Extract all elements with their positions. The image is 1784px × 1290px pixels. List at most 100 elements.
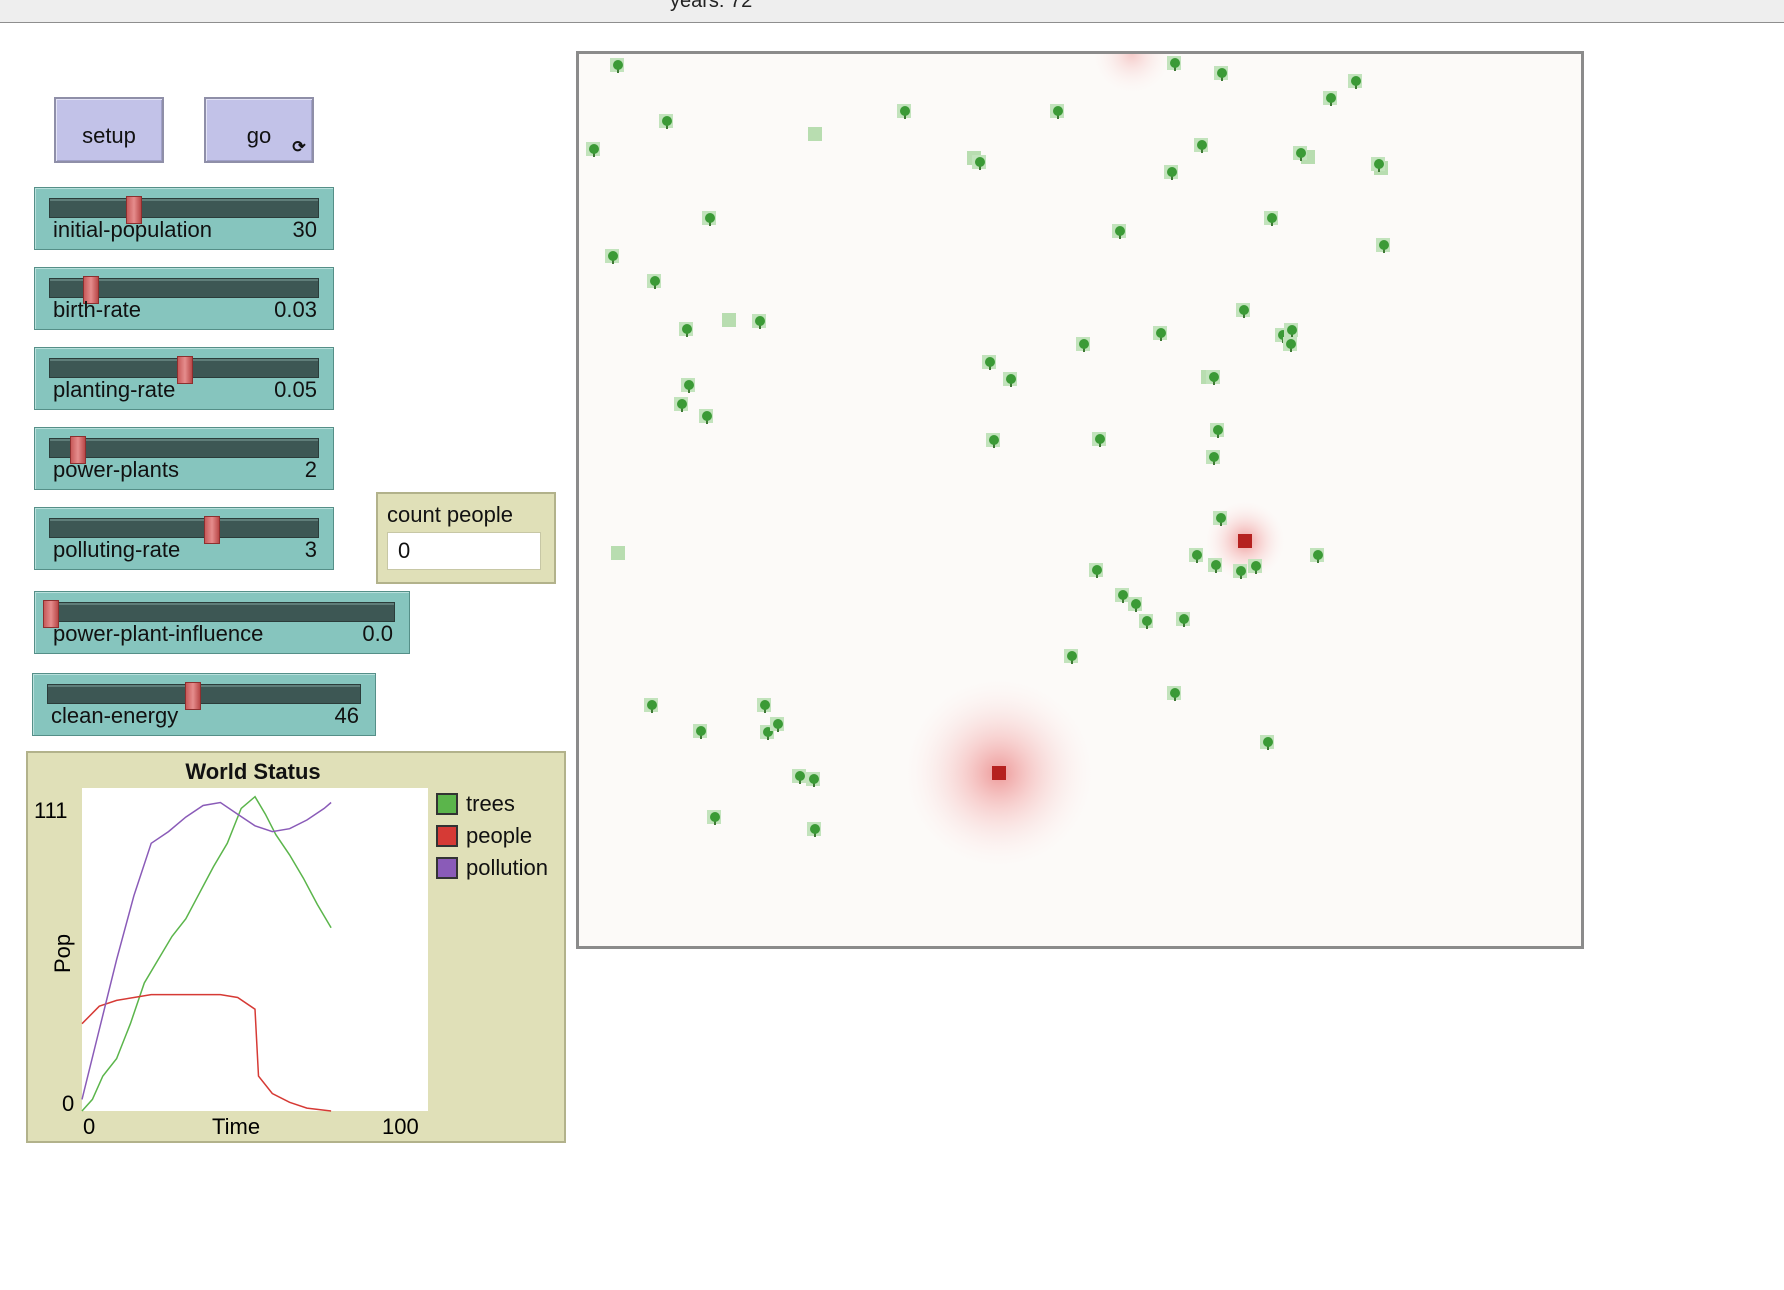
tree-icon [1284, 323, 1298, 338]
legend-swatch [436, 825, 458, 847]
slider-value: 0.0 [362, 621, 393, 646]
slider-birth-rate[interactable]: birth-rate 0.03 [34, 267, 334, 330]
slider-label: initial-population [53, 217, 212, 242]
slider-value: 30 [292, 217, 317, 242]
setup-button[interactable]: setup [54, 97, 164, 163]
slider-value: 46 [334, 703, 359, 728]
slider-track[interactable] [49, 516, 319, 544]
tree-icon [1214, 66, 1228, 81]
slider-initial-population[interactable]: initial-population 30 [34, 187, 334, 250]
tree-icon [674, 397, 688, 412]
legend-item-trees: trees [436, 788, 548, 820]
slider-power-plant-influence[interactable]: power-plant-influence 0.0 [34, 591, 410, 654]
tree-icon [1064, 649, 1078, 664]
tree-icon [1189, 548, 1203, 563]
slider-value: 2 [304, 457, 317, 482]
tree-icon [610, 58, 624, 73]
tree-icon [1293, 146, 1307, 161]
tree-icon [1236, 303, 1250, 318]
count-people-monitor: count people 0 [376, 492, 556, 584]
tree-icon [1128, 597, 1142, 612]
monitor-title: count people [387, 502, 513, 527]
slider-clean-energy[interactable]: clean-energy 46 [32, 673, 376, 736]
monitor-value: 0 [387, 532, 541, 570]
x-min-label: 0 [83, 1114, 95, 1139]
tree-icon [1210, 423, 1224, 438]
slider-track[interactable] [47, 682, 361, 710]
planted-patch [611, 546, 625, 560]
legend-label: people [466, 823, 533, 848]
slider-track[interactable] [49, 436, 319, 464]
slider-label: planting-rate [53, 377, 176, 402]
world-status-plot: World Status 111 0 0 Time 100 Pop trees p… [26, 751, 566, 1143]
tree-icon [659, 114, 673, 129]
tree-icon [986, 433, 1000, 448]
tree-icon [644, 698, 658, 713]
tree-icon [1264, 211, 1278, 226]
x-label: Time [212, 1114, 260, 1139]
tree-icon [681, 378, 695, 393]
tree-icon [586, 142, 600, 157]
legend-item-people: people [436, 820, 548, 852]
tree-icon [1176, 612, 1190, 627]
slider-value: 0.03 [274, 297, 317, 322]
slider-track[interactable] [49, 196, 319, 224]
slider-value: 3 [304, 537, 317, 562]
legend-swatch [436, 857, 458, 879]
slider-thumb[interactable] [203, 516, 220, 544]
tree-icon [1206, 370, 1220, 385]
planted-patch [722, 313, 736, 327]
slider-polluting-rate[interactable]: polluting-rate 3 [34, 507, 334, 570]
slider-planting-rate[interactable]: planting-rate 0.05 [34, 347, 334, 410]
tree-icon [1092, 432, 1106, 447]
slider-thumb[interactable] [177, 356, 193, 384]
tree-icon [707, 810, 721, 825]
slider-value: 0.05 [274, 377, 317, 402]
tree-icon [1260, 735, 1274, 750]
tree-icon [647, 274, 661, 289]
planted-patch [808, 127, 822, 141]
x-max-label: 100 [382, 1114, 419, 1139]
tree-icon [982, 355, 996, 370]
tree-icon [1003, 372, 1017, 387]
plot-area [82, 788, 428, 1111]
tree-icon [693, 724, 707, 739]
tree-icon [972, 155, 986, 170]
slider-label: polluting-rate [53, 537, 181, 562]
slider-label: power-plant-influence [53, 621, 264, 646]
tree-icon [1206, 450, 1220, 465]
slider-track[interactable] [49, 356, 319, 384]
tree-icon [1167, 686, 1181, 701]
legend-label: trees [466, 791, 515, 816]
tree-icon [1076, 337, 1090, 352]
setup-button-label: setup [82, 123, 136, 148]
tree-icon [806, 772, 820, 787]
tree-icon [1153, 326, 1167, 341]
tree-icon [1164, 165, 1178, 180]
slider-track[interactable] [49, 276, 319, 304]
slider-label: clean-energy [51, 703, 179, 728]
world-canvas[interactable] [515, 14, 1581, 946]
tree-icon [1371, 157, 1385, 172]
tree-icon [1283, 337, 1297, 352]
tree-icon [807, 822, 821, 837]
ticks-counter: years: 72 [670, 0, 753, 12]
tree-icon [1050, 104, 1064, 119]
world-view[interactable] [515, 14, 1584, 949]
pollution-cloud [1092, 14, 1172, 94]
y-max-label: 111 [34, 798, 67, 823]
tree-icon [1348, 74, 1362, 89]
slider-track[interactable] [43, 600, 395, 628]
tree-icon [1115, 588, 1129, 603]
slider-label: birth-rate [53, 297, 142, 322]
tree-icon [699, 409, 713, 424]
slider-thumb[interactable] [184, 682, 201, 710]
tree-icon [1213, 511, 1227, 526]
go-button[interactable]: go ⟳ [204, 97, 314, 163]
tree-icon [702, 211, 716, 226]
slider-power-plants[interactable]: power-plants 2 [34, 427, 334, 490]
legend-swatch [436, 793, 458, 815]
tree-icon [1248, 559, 1262, 574]
tree-icon [1194, 138, 1208, 153]
tree-icon [1233, 564, 1247, 579]
